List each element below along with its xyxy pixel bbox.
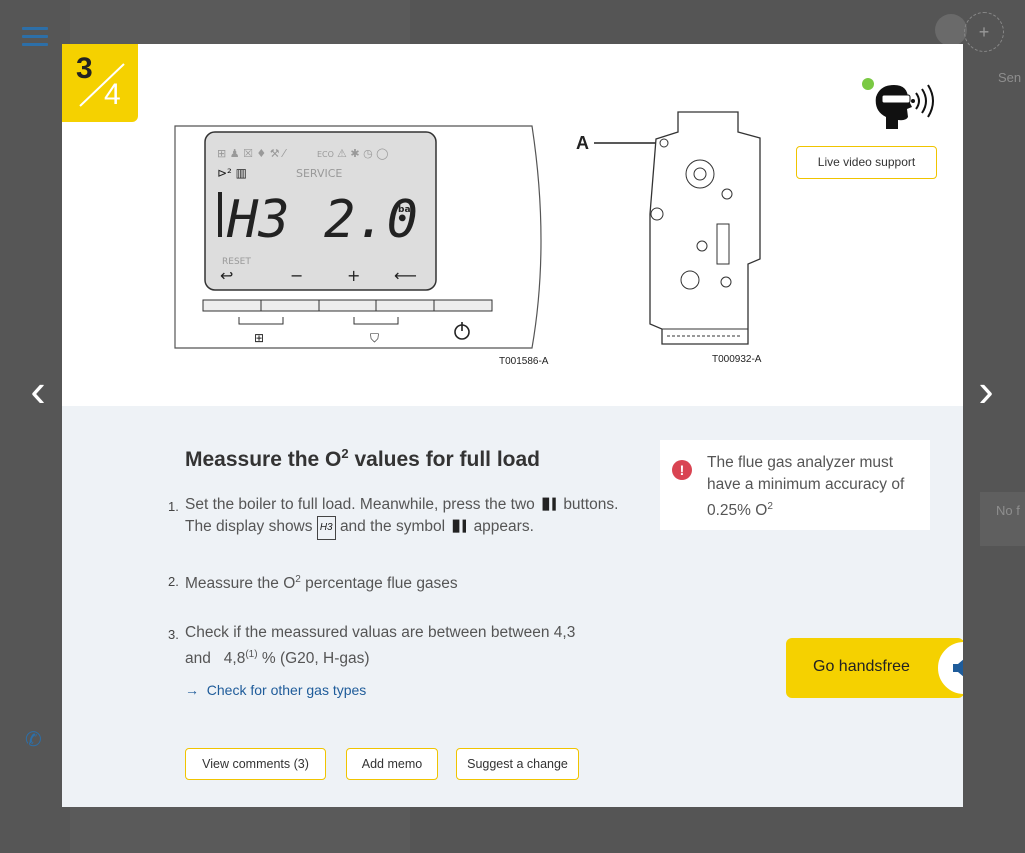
next-arrow-icon[interactable]: ›: [966, 365, 1006, 415]
boiler-illustration: ⊞ ♟ ☒ ♦ ⚒ ⁄ ECO ⚠ ✱ ◷ ◯ ⊳² ▥ SERVICE H3 …: [174, 111, 762, 367]
step-text: Check if the meassured valuas are betwee…: [185, 624, 576, 641]
phone-icon[interactable]: ✆: [25, 727, 42, 752]
background-sidebar: [0, 0, 70, 853]
add-memo-button[interactable]: Add memo: [346, 748, 438, 780]
title-text-suffix: values for full load: [348, 448, 541, 471]
step-text: percentage flue gases: [300, 575, 458, 593]
step-text: % (G20, H-gas): [257, 650, 370, 668]
svg-text:⊞ ♟ ☒ ♦ ⚒ ⁄: ⊞ ♟ ☒ ♦ ⚒ ⁄: [217, 147, 287, 160]
footnote-ref: (1): [245, 649, 258, 660]
background-card: [980, 492, 1025, 546]
svg-text:⚠ ✱ ◷ ◯: ⚠ ✱ ◷ ◯: [337, 147, 388, 160]
svg-text:↩: ↩: [220, 266, 233, 285]
step-text: Set the boiler to full load. Meanwhile, …: [185, 496, 535, 513]
add-icon[interactable]: +: [964, 12, 1004, 52]
warning-sup: 2: [767, 501, 773, 512]
warning-text: The flue gas analyzer must have a minimu…: [707, 452, 922, 522]
suggest-change-button[interactable]: Suggest a change: [456, 748, 579, 780]
svg-text:T001586-A: T001586-A: [499, 356, 549, 367]
step-number: 2.: [168, 574, 179, 589]
warning-box: ! The flue gas analyzer must have a mini…: [660, 440, 930, 530]
step-total: 4: [104, 78, 121, 111]
step-text: buttons.: [563, 496, 619, 513]
heat-symbol-icon: ▐▌▌: [449, 520, 470, 533]
svg-text:+: +: [347, 266, 360, 285]
svg-text:bar: bar: [398, 205, 416, 215]
other-gas-types-link[interactable]: → Check for other gas types: [185, 682, 366, 698]
svg-text:H3: H3: [226, 190, 290, 250]
svg-text:⊳² ▥: ⊳² ▥: [217, 166, 247, 180]
slash-icon: [79, 63, 125, 107]
video-support-icon[interactable]: [860, 77, 940, 133]
list-item: 2. Meassure the O2 percentage flue gases: [168, 569, 458, 595]
menu-icon[interactable]: [22, 27, 48, 47]
step-badge: 3 4: [62, 44, 138, 122]
svg-text:⟵: ⟵: [394, 266, 417, 285]
alert-icon: !: [672, 460, 692, 480]
svg-text:T000932-A: T000932-A: [712, 354, 762, 365]
step-text: and the symbol: [339, 518, 446, 535]
step-number: 3.: [168, 627, 179, 642]
instruction-modal: 3 4 ⊞ ♟ ☒ ♦ ⚒ ⁄ ECO ⚠ ✱ ◷ ◯ ⊳² ▥ SERVICE…: [62, 44, 963, 807]
step-text: appears.: [473, 518, 534, 535]
list-item: 3. Check if the meassured valuas are bet…: [168, 622, 625, 670]
svg-text:⛉: ⛉: [370, 331, 379, 345]
svg-text:⊞: ⊞: [254, 331, 264, 345]
avatar: [935, 14, 967, 46]
display-code: H3: [316, 516, 336, 540]
step-text: and 4,8: [185, 650, 246, 668]
speaker-icon[interactable]: [936, 640, 963, 696]
instruction-content: Meassure the O2 values for full load 1. …: [62, 406, 963, 807]
handsfree-label: Go handsfree: [813, 658, 910, 675]
step-text: Meassure the O: [185, 575, 296, 593]
go-handsfree-button[interactable]: Go handsfree: [786, 638, 963, 698]
heat-button-icon: ▐▌▌: [539, 498, 559, 511]
step-number: 1.: [168, 499, 179, 514]
svg-text:SERVICE: SERVICE: [296, 167, 342, 180]
view-comments-button[interactable]: View comments (3): [185, 748, 326, 780]
svg-text:2.0: 2.0: [324, 190, 418, 250]
list-item: 1. Set the boiler to full load. Meanwhil…: [168, 494, 618, 540]
link-label: Check for other gas types: [206, 682, 367, 698]
previous-arrow-icon[interactable]: ‹: [18, 365, 58, 415]
background-label: No f: [996, 503, 1020, 518]
svg-text:ECO: ECO: [317, 150, 334, 159]
background-label: Sen: [998, 70, 1022, 85]
warning-text-body: The flue gas analyzer must have a minimu…: [707, 454, 905, 520]
live-video-support-button[interactable]: Live video support: [796, 146, 937, 179]
svg-text:A: A: [576, 133, 589, 153]
arrow-right-icon: →: [185, 682, 199, 698]
page-title: Meassure the O2 values for full load: [185, 446, 540, 472]
svg-text:−: −: [290, 266, 303, 285]
title-text: Meassure the O: [185, 448, 342, 471]
step-text: The display shows: [185, 518, 313, 535]
title-sup: 2: [341, 446, 349, 461]
